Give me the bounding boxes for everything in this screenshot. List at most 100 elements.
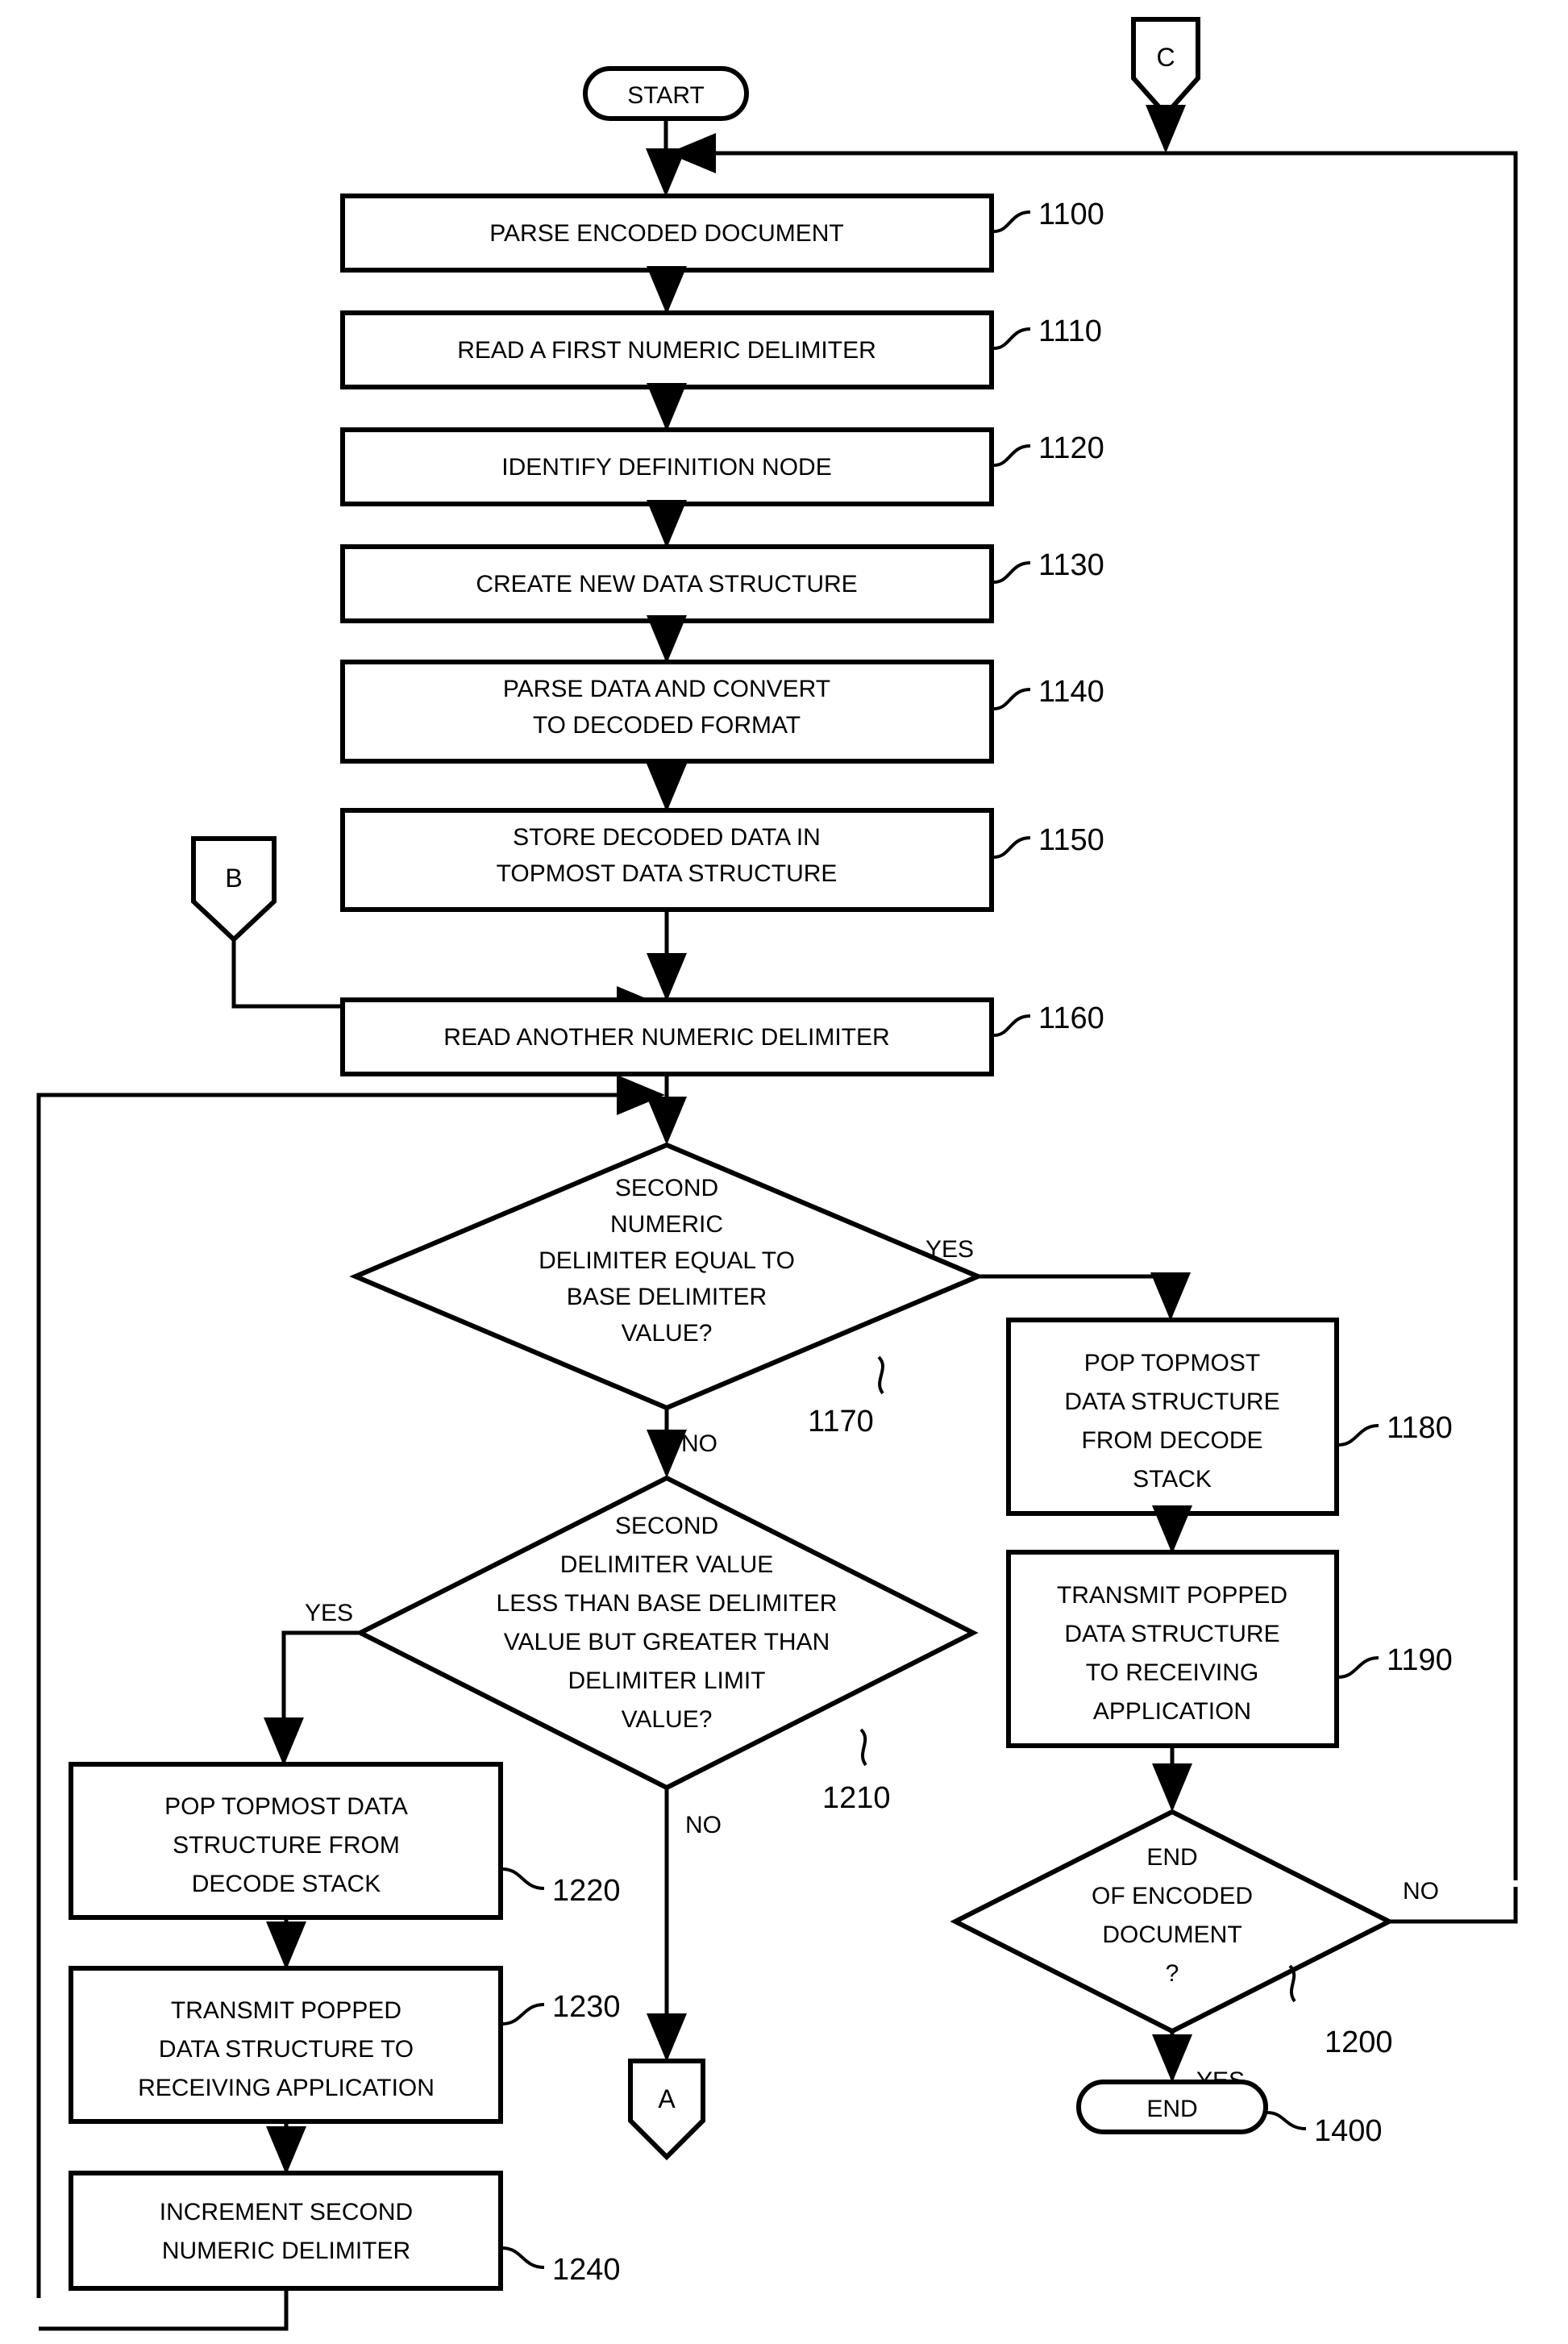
process-1220: POP TOPMOST DATA STRUCTURE FROM DECODE S…	[69, 1762, 503, 1920]
ref-1190-label: 1190	[1387, 1643, 1453, 1677]
process-1130: CREATE NEW DATA STRUCTURE	[340, 544, 994, 623]
ref-1230-label: 1230	[552, 1990, 621, 2024]
decision-1210-line-4: DELIMITER LIMIT	[568, 1667, 765, 1694]
decision-1210-no-label: NO	[685, 1812, 722, 1838]
process-1230-line-2: RECEIVING APPLICATION	[138, 2075, 435, 2101]
process-1180-line-2: FROM DECODE	[1082, 1427, 1263, 1454]
ref-1130-label: 1130	[1038, 548, 1104, 582]
process-1230: TRANSMIT POPPED DATA STRUCTURE TO RECEIV…	[69, 1966, 503, 2124]
process-1120: IDENTIFY DEFINITION NODE	[340, 427, 994, 506]
decision-1170-line-4: VALUE?	[622, 1320, 713, 1347]
ref-1180: 1180	[1337, 1411, 1453, 1447]
process-1190-line-0: TRANSMIT POPPED	[1057, 1582, 1287, 1609]
decision-1170-line-2: DELIMITER EQUAL TO	[539, 1247, 795, 1274]
decision-1200-line-0: END	[1146, 1844, 1197, 1871]
process-1160-line-0: READ ANOTHER NUMERIC DELIMITER	[443, 1024, 889, 1051]
flowchart-svg: START C PARSE ENCODED DOCUMENT 1100 READ…	[36, 17, 1518, 2331]
process-1190: TRANSMIT POPPED DATA STRUCTURE TO RECEIV…	[1006, 1550, 1339, 1748]
ref-1220: 1220	[501, 1867, 621, 1908]
process-1150: STORE DECODED DATA IN TOPMOST DATA STRUC…	[340, 808, 994, 912]
edge-1170-yes-to-1180	[978, 1272, 1191, 1321]
ref-1200-label: 1200	[1325, 2025, 1393, 2059]
ref-1200: 1200	[1288, 1964, 1393, 2059]
ref-1210: 1210	[822, 1728, 891, 1815]
connector-a: A	[628, 2059, 705, 2161]
ref-1110-label: 1110	[1038, 314, 1102, 348]
connector-a-label: A	[658, 2084, 676, 2113]
process-1140-line-0: PARSE DATA AND CONVERT	[503, 676, 830, 702]
flowchart-canvas: START C PARSE ENCODED DOCUMENT 1100 READ…	[0, 0, 1568, 2344]
terminal-end-label: END	[1146, 2096, 1197, 2122]
edge-1210-yes-to-1220	[264, 1630, 360, 1766]
process-1100-line-0: PARSE ENCODED DOCUMENT	[489, 220, 843, 247]
ref-1100: 1100	[993, 198, 1104, 233]
connector-c-label: C	[1156, 43, 1175, 72]
edge-1240-to-loop	[39, 2288, 289, 2331]
ref-1400: 1400	[1266, 2111, 1383, 2148]
ref-1170: 1170	[808, 1355, 884, 1438]
process-1180: POP TOPMOST DATA STRUCTURE FROM DECODE S…	[1006, 1318, 1339, 1516]
connector-b: B	[191, 836, 277, 943]
ref-1160-label: 1160	[1038, 1001, 1104, 1035]
ref-1210-label: 1210	[822, 1781, 891, 1815]
process-1190-line-3: APPLICATION	[1093, 1698, 1251, 1725]
process-1110-line-0: READ A FIRST NUMERIC DELIMITER	[457, 337, 876, 364]
decision-1200: END OF ENCODED DOCUMENT ?	[950, 1809, 1395, 2034]
ref-1130: 1130	[993, 548, 1104, 584]
process-1240-line-1: NUMERIC DELIMITER	[162, 2238, 410, 2264]
decision-1200-line-2: DOCUMENT	[1102, 1921, 1242, 1948]
decision-1170-yes-label: YES	[925, 1236, 974, 1263]
ref-1180-label: 1180	[1387, 1411, 1453, 1445]
process-1180-line-0: POP TOPMOST	[1084, 1350, 1260, 1376]
process-1130-line-0: CREATE NEW DATA STRUCTURE	[476, 571, 857, 597]
decision-1200-line-3: ?	[1166, 1960, 1179, 1987]
process-1230-line-0: TRANSMIT POPPED	[171, 1997, 401, 2024]
ref-1240-label: 1240	[552, 2253, 621, 2287]
decision-1210-line-3: VALUE BUT GREATER THAN	[504, 1629, 830, 1655]
decision-1210-line-1: DELIMITER VALUE	[560, 1551, 774, 1578]
terminal-start-label: START	[627, 82, 705, 109]
process-1100: PARSE ENCODED DOCUMENT	[340, 194, 994, 273]
ref-1220-label: 1220	[552, 1874, 621, 1908]
process-1180-line-3: STACK	[1133, 1466, 1212, 1493]
process-1110: READ A FIRST NUMERIC DELIMITER	[340, 310, 994, 389]
ref-1140: 1140	[993, 675, 1104, 710]
process-1190-line-1: DATA STRUCTURE	[1064, 1621, 1279, 1647]
ref-1150: 1150	[993, 823, 1104, 859]
connector-c: C	[1131, 17, 1200, 119]
decision-1210-yes-label: YES	[305, 1600, 353, 1626]
ref-1150-label: 1150	[1038, 823, 1104, 857]
connector-b-label: B	[225, 864, 242, 893]
ref-1170-label: 1170	[808, 1405, 874, 1438]
process-1150-line-1: TOPMOST DATA STRUCTURE	[497, 860, 838, 887]
process-1220-line-2: DECODE STACK	[192, 1871, 381, 1897]
decision-1210-line-0: SECOND	[615, 1513, 718, 1539]
process-1220-line-1: STRUCTURE FROM	[173, 1832, 400, 1859]
decision-1200-no-label: NO	[1403, 1878, 1439, 1905]
ref-1100-label: 1100	[1038, 198, 1104, 231]
process-1180-line-1: DATA STRUCTURE	[1064, 1388, 1279, 1415]
process-1220-line-0: POP TOPMOST DATA	[164, 1793, 408, 1820]
decision-1210: SECOND DELIMITER VALUE LESS THAN BASE DE…	[355, 1475, 979, 1791]
process-1160: READ ANOTHER NUMERIC DELIMITER	[340, 997, 994, 1076]
ref-1190: 1190	[1337, 1643, 1453, 1679]
decision-1210-line-2: LESS THAN BASE DELIMITER	[497, 1590, 838, 1617]
decision-1170-line-3: BASE DELIMITER	[567, 1284, 767, 1310]
decision-1170-line-0: SECOND	[615, 1175, 718, 1201]
process-1240: INCREMENT SECOND NUMERIC DELIMITER	[69, 2171, 503, 2291]
decision-1170: SECOND NUMERIC DELIMITER EQUAL TO BASE D…	[349, 1142, 984, 1411]
ref-1120: 1120	[993, 431, 1104, 467]
edge-b-to-1160	[231, 939, 665, 1026]
process-1240-line-0: INCREMENT SECOND	[160, 2199, 413, 2225]
ref-1230: 1230	[501, 1990, 621, 2025]
decision-1170-line-1: NUMERIC	[610, 1211, 723, 1238]
decision-1210-line-5: VALUE?	[622, 1706, 713, 1733]
ref-1160: 1160	[993, 1001, 1104, 1037]
process-1190-line-2: TO RECEIVING	[1086, 1659, 1258, 1686]
terminal-end: END	[1076, 2080, 1268, 2134]
ref-1140-label: 1140	[1038, 675, 1104, 709]
ref-1240: 1240	[501, 2246, 621, 2287]
terminal-start: START	[583, 66, 749, 121]
process-1140: PARSE DATA AND CONVERT TO DECODED FORMAT	[340, 660, 994, 764]
ref-1110: 1110	[993, 314, 1102, 350]
